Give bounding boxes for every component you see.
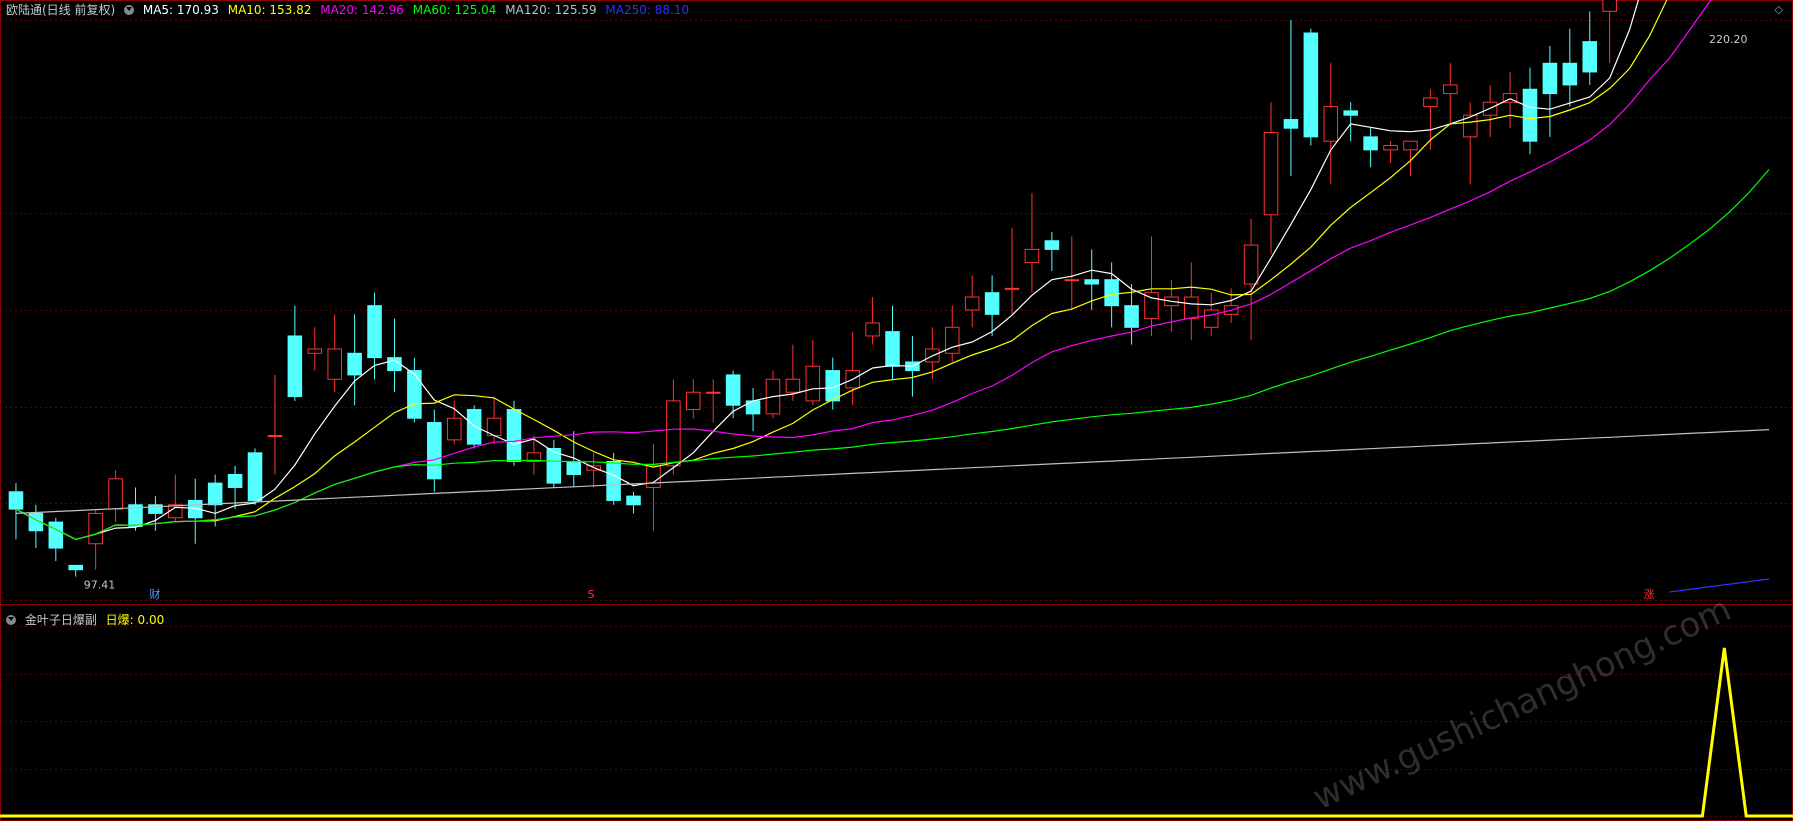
candle-body <box>1104 279 1119 307</box>
candle-body <box>785 378 801 393</box>
candle-body <box>1184 296 1199 320</box>
ma20-label: MA20: 142.96 <box>320 3 404 17</box>
candle-body <box>964 296 980 311</box>
candle-body <box>367 305 382 359</box>
candle-body <box>287 335 303 398</box>
watermark: www.gushichanghong.com <box>1307 589 1737 818</box>
main-title: 欧陆通(日线 前复权) <box>6 3 116 17</box>
candle-body <box>725 374 741 406</box>
candle-body <box>865 322 880 337</box>
candle-body <box>207 482 223 506</box>
candle-body <box>88 512 103 545</box>
candle-body <box>1542 62 1558 95</box>
candle-body <box>407 370 422 419</box>
candle-body <box>68 564 83 571</box>
candle-body <box>8 491 24 510</box>
candle-body <box>1323 106 1339 142</box>
ma250-label: MA250: 88.10 <box>605 3 690 17</box>
candle-body <box>1383 145 1398 151</box>
high-annotation: 220.20 <box>1709 33 1748 46</box>
candle-body <box>1243 244 1259 285</box>
candle-body <box>347 352 362 376</box>
candle-body <box>1064 279 1080 282</box>
marker-cai: 财 <box>149 587 160 601</box>
candle-body <box>227 473 243 488</box>
candle-body <box>168 504 183 519</box>
stock-chart[interactable]: 220.20 97.41 财 S 涨 www.gushichanghong.com 欧陆通… <box>0 0 1793 821</box>
sub-value-label: 日爆: 0.00 <box>105 613 165 627</box>
main-chart[interactable]: 220.20 97.41 财 S 涨www.gushichanghong.com <box>0 0 1793 821</box>
candle-body <box>1124 305 1139 328</box>
sub-header: 金叶子日爆副 日爆: 0.00 <box>6 612 169 628</box>
candle-body <box>1522 88 1538 142</box>
candle-body <box>984 292 1000 315</box>
candle-body <box>1443 84 1458 95</box>
candle-body <box>686 391 701 411</box>
ma10-label: MA10: 153.82 <box>227 3 312 17</box>
diamond-icon[interactable]: ◇ <box>1775 3 1783 16</box>
candle-body <box>606 460 621 501</box>
candle-body <box>108 478 123 510</box>
candle-body <box>48 521 64 549</box>
candle-body <box>566 460 582 475</box>
candle-body <box>1423 97 1438 108</box>
candle-body <box>1283 119 1299 129</box>
ma120-label: MA120: 125.59 <box>505 3 597 17</box>
sub-title: 金叶子日爆副 <box>24 613 97 627</box>
ma5-label: MA5: 170.93 <box>142 3 219 17</box>
candle-body <box>1602 0 1617 12</box>
marker-zhang: 涨 <box>1644 588 1655 601</box>
dropdown-icon[interactable] <box>124 5 135 15</box>
dropdown-icon[interactable] <box>6 615 16 625</box>
candle-body <box>1263 132 1279 216</box>
candle-body <box>466 409 482 445</box>
low-annotation: 97.41 <box>84 579 116 592</box>
ma60-label: MA60: 125.04 <box>412 3 497 17</box>
candle-body <box>1403 140 1418 151</box>
indicator-line <box>0 647 1793 818</box>
candle-body <box>267 435 283 438</box>
candle-body <box>427 422 442 480</box>
candle-body <box>327 348 342 380</box>
candle-body <box>247 452 263 501</box>
candle-body <box>626 495 641 506</box>
candle-body <box>805 365 821 402</box>
candle-body <box>1562 62 1578 86</box>
candle-body <box>1024 248 1040 263</box>
candle-body <box>646 465 661 488</box>
main-header: 欧陆通(日线 前复权) MA5: 170.93 MA10: 153.82 MA2… <box>6 2 694 18</box>
candle-body <box>885 331 900 367</box>
ma20-line <box>15 0 1712 541</box>
candle-body <box>705 391 721 394</box>
ma10-line <box>15 0 1668 541</box>
marker-s: S <box>588 588 595 601</box>
candle-body <box>1044 240 1060 250</box>
candle-body <box>1144 292 1159 320</box>
candle-body <box>506 409 522 462</box>
ma5-line <box>15 0 1640 541</box>
candle-body <box>1203 309 1219 328</box>
candle-body <box>446 417 462 441</box>
candle-body <box>1084 279 1099 285</box>
candle-body <box>666 400 681 467</box>
candle-body <box>307 348 323 354</box>
candle-body <box>1582 41 1598 73</box>
candle-body <box>1363 136 1378 151</box>
candle-body <box>1004 287 1020 290</box>
candle-body <box>1303 32 1319 138</box>
candle-body <box>1343 110 1358 116</box>
